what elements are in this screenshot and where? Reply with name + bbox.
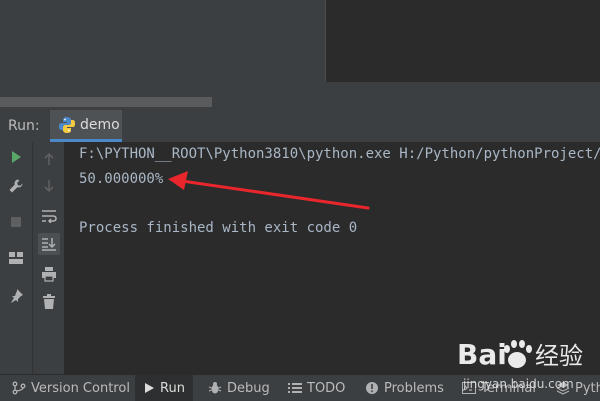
bug-icon	[208, 382, 222, 394]
play-icon	[145, 383, 154, 393]
console-line-exit: Process finished with exit code 0	[79, 220, 358, 236]
list-icon	[288, 383, 302, 393]
debug-tool-label: Debug	[227, 380, 270, 396]
problems-tool-label: Problems	[384, 380, 444, 396]
trash-icon[interactable]	[38, 291, 60, 313]
console-line-result: 50.000000%	[79, 171, 164, 187]
svg-text:经验: 经验	[535, 342, 583, 370]
down-arrow-icon[interactable]	[38, 175, 60, 197]
stop-icon[interactable]	[5, 211, 27, 233]
python-icon	[58, 116, 76, 134]
run-toolbar-primary	[0, 142, 32, 374]
editor-pane[interactable]	[325, 0, 600, 82]
print-icon[interactable]	[38, 263, 60, 285]
layout-icon[interactable]	[5, 247, 27, 269]
problems-tool-button[interactable]: Problems	[365, 375, 444, 401]
info-icon	[366, 382, 378, 394]
debug-tool-button[interactable]: Debug	[208, 375, 270, 401]
run-toolbar-secondary	[32, 142, 65, 374]
svg-text:Bai: Bai	[457, 338, 507, 371]
horizontal-scrollbar[interactable]	[0, 97, 212, 107]
run-tool-label: Run	[160, 380, 185, 396]
baidu-watermark: Bai 经验 jingyan.baidu.com	[455, 330, 595, 394]
scroll-to-end-icon[interactable]	[38, 233, 60, 255]
tab-demo[interactable]: demo	[50, 110, 122, 142]
soft-wrap-icon[interactable]	[38, 205, 60, 227]
run-tool-button[interactable]: Run	[135, 375, 193, 401]
tab-label: demo	[80, 117, 120, 133]
annotation-arrow	[168, 171, 370, 210]
editor-area	[0, 0, 600, 110]
pin-icon[interactable]	[5, 285, 27, 307]
run-icon[interactable]	[5, 146, 27, 168]
watermark-url: jingyan.baidu.com	[463, 377, 574, 391]
baidu-logo: Bai 经验	[457, 338, 583, 371]
run-panel-label: Run:	[8, 118, 40, 134]
version-control-label: Version Control	[31, 380, 130, 396]
console-line-command: F:\PYTHON__ROOT\Python3810\python.exe H:…	[79, 146, 600, 162]
todo-tool-button[interactable]: TODO	[288, 375, 345, 401]
todo-tool-label: TODO	[307, 380, 346, 396]
wrench-icon[interactable]	[5, 175, 27, 197]
version-control-button[interactable]: Version Control	[12, 375, 130, 401]
up-arrow-icon[interactable]	[38, 148, 60, 170]
branch-icon	[12, 381, 26, 395]
